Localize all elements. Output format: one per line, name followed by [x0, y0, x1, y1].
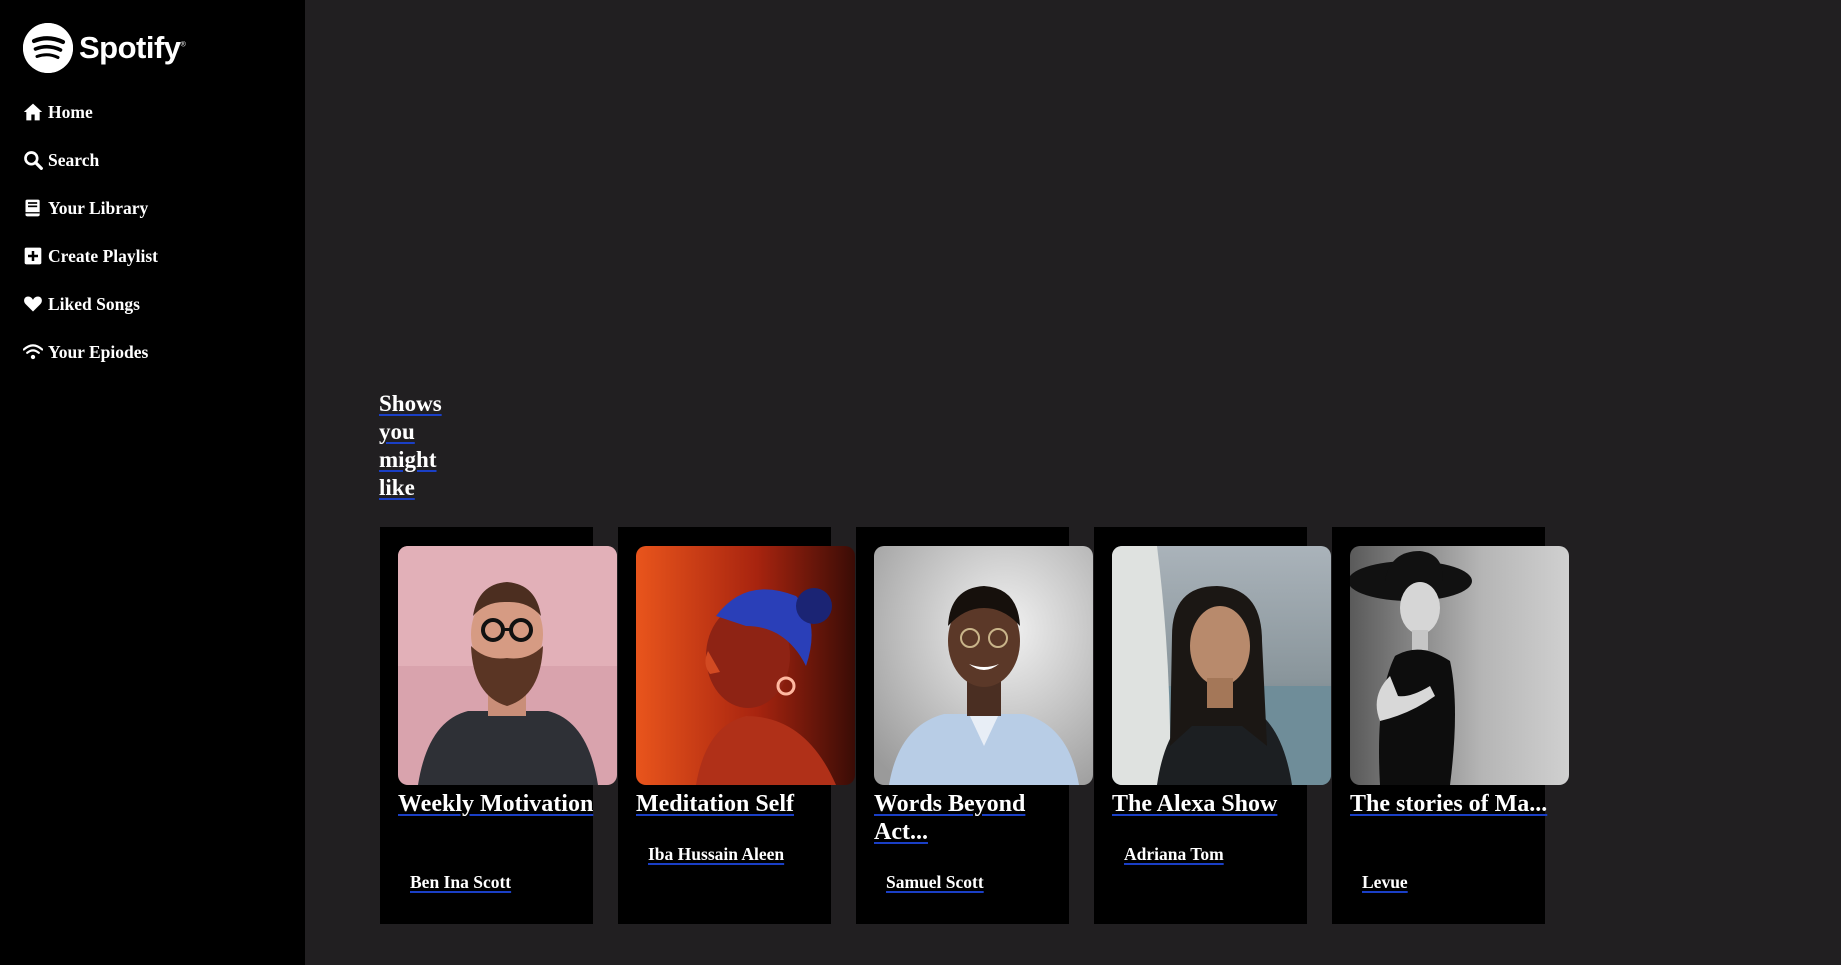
sidebar-item-label: Create Playlist	[48, 245, 158, 266]
sidebar-item-label: Home	[48, 101, 93, 122]
wifi-icon	[23, 341, 45, 363]
show-title[interactable]: Words Beyond Act...	[874, 790, 1074, 846]
show-card[interactable]: The Alexa Show Adriana Tom	[1094, 527, 1331, 924]
show-author[interactable]: Iba Hussain Aleen	[648, 844, 784, 865]
show-title[interactable]: Weekly Motivation	[398, 790, 598, 818]
spotify-logo[interactable]: Spotify®	[23, 23, 186, 73]
show-cover-image	[1350, 546, 1569, 785]
section-title-shows[interactable]: Shows you might like	[379, 390, 459, 502]
show-author[interactable]: Ben Ina Scott	[410, 872, 511, 893]
sidebar-item-label: Your Library	[48, 197, 149, 218]
search-icon	[23, 149, 45, 171]
show-title[interactable]: The stories of Ma...	[1350, 790, 1550, 818]
show-cover-image	[874, 546, 1093, 785]
show-author[interactable]: Levue	[1362, 872, 1408, 893]
sidebar-item-create-playlist[interactable]: Create Playlist	[23, 232, 158, 280]
sidebar-item-label: Liked Songs	[48, 293, 140, 314]
sidebar-item-your-episodes[interactable]: Your Epiodes	[23, 328, 158, 376]
show-cover-image	[398, 546, 617, 785]
sidebar-item-search[interactable]: Search	[23, 136, 158, 184]
show-card[interactable]: The stories of Ma... Levue	[1332, 527, 1569, 924]
plus-square-icon	[23, 245, 45, 267]
sidebar-item-label: Search	[48, 149, 100, 170]
show-cover-image	[1112, 546, 1331, 785]
show-cover-image	[636, 546, 855, 785]
show-title[interactable]: Meditation Self	[636, 790, 836, 818]
show-card[interactable]: Meditation Self Iba Hussain Aleen	[618, 527, 855, 924]
sidebar-nav: Home Search Your Library Create Playlist	[23, 88, 158, 376]
sidebar: Spotify® Home Search Your Library Create…	[0, 0, 305, 965]
show-author[interactable]: Adriana Tom	[1124, 844, 1224, 865]
spotify-logo-icon	[23, 23, 73, 73]
show-title[interactable]: The Alexa Show	[1112, 790, 1312, 818]
home-icon	[23, 101, 45, 123]
show-author[interactable]: Samuel Scott	[886, 872, 984, 893]
library-icon	[23, 197, 45, 219]
sidebar-item-library[interactable]: Your Library	[23, 184, 158, 232]
spotify-wordmark: Spotify®	[79, 30, 186, 65]
sidebar-item-liked-songs[interactable]: Liked Songs	[23, 280, 158, 328]
heart-icon	[23, 293, 45, 315]
sidebar-item-label: Your Epiodes	[48, 341, 149, 362]
shows-row: Weekly Motivation Ben Ina Scott Meditati…	[380, 527, 1569, 924]
show-card[interactable]: Weekly Motivation Ben Ina Scott	[380, 527, 617, 924]
app-window: Spotify® Home Search Your Library Create…	[0, 0, 1841, 965]
show-card[interactable]: Words Beyond Act... Samuel Scott	[856, 527, 1093, 924]
main-content: Shows you might like Weekly Motivation B…	[305, 0, 1841, 965]
sidebar-item-home[interactable]: Home	[23, 88, 158, 136]
